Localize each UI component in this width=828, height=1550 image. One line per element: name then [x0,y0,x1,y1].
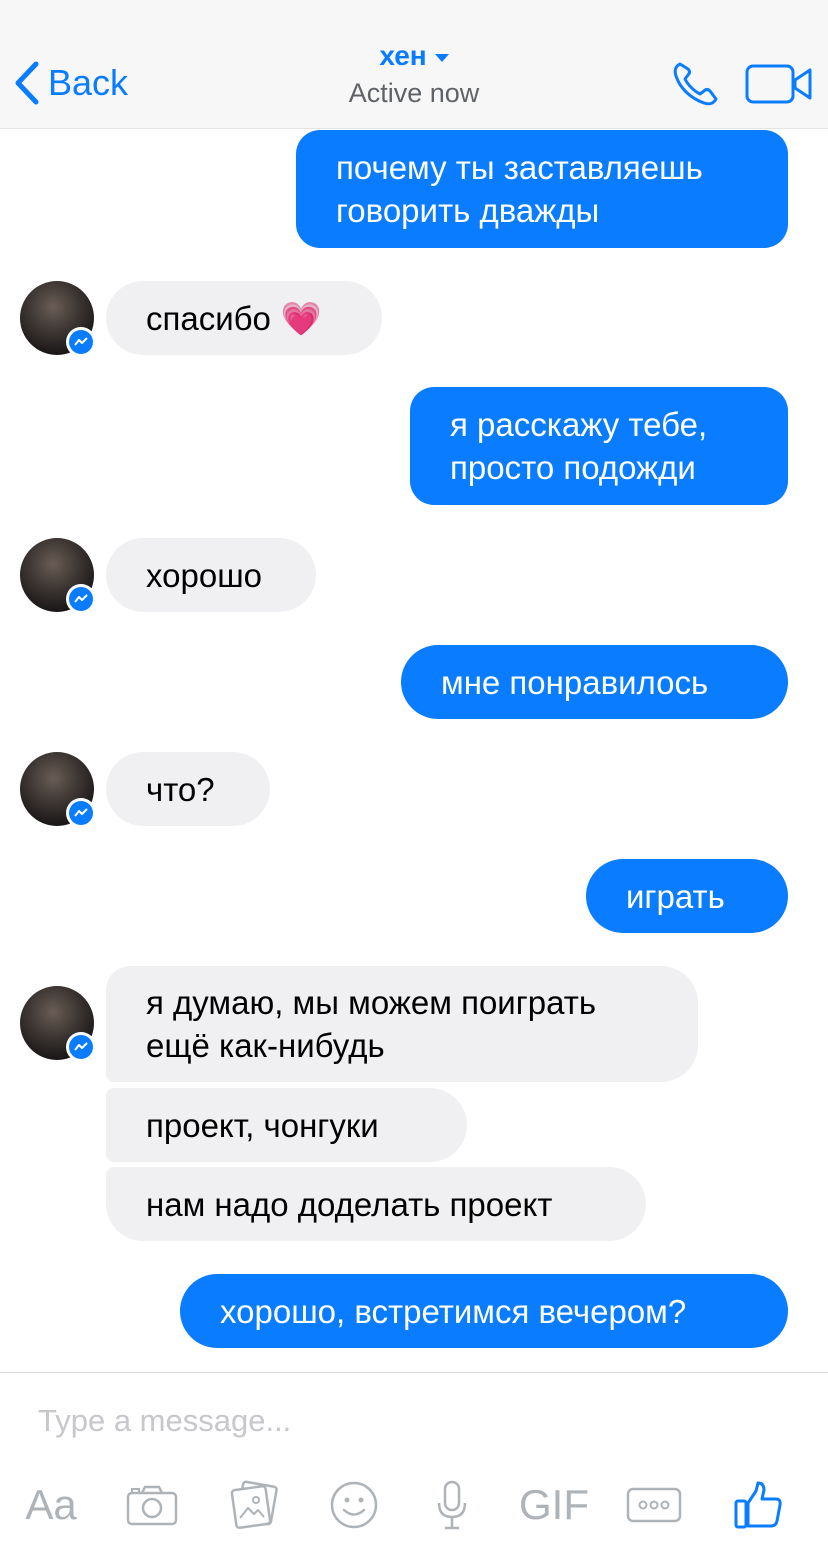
microphone-icon [437,1480,467,1530]
phone-icon [673,62,718,106]
like-button[interactable] [726,1470,790,1540]
message-input[interactable] [36,1395,780,1447]
incoming-message[interactable]: что? [106,752,270,826]
gif-button[interactable]: GIF [516,1470,592,1540]
composer-divider [0,1372,828,1373]
heart-emoji: 💗 [280,299,323,337]
voice-button[interactable] [422,1470,482,1540]
audio-call-button[interactable] [670,58,722,108]
active-status: Active now [348,78,480,108]
text-style-label: Aa [25,1481,77,1528]
message-text: я расскажу тебе, просто подожди [450,406,708,486]
message-text: хорошо [146,556,263,594]
message-text: мне понравилось [441,663,709,701]
messenger-icon [74,337,88,346]
message-text: спасибо [146,299,271,337]
message-text: хорошо, встретимся вечером? [220,1292,687,1330]
more-icon [626,1487,682,1523]
message-text: я думаю, мы можем поиграть ещё как-нибуд… [146,984,597,1064]
incoming-message[interactable]: спасибо 💗 [106,281,382,355]
outgoing-message[interactable]: играть [586,859,788,933]
messenger-badge [66,1032,96,1062]
messenger-icon [74,808,88,817]
outgoing-message[interactable]: хорошо, встретимся вечером? [180,1274,788,1348]
camera-icon [126,1485,178,1526]
emoji-button[interactable] [322,1470,386,1540]
incoming-message[interactable]: я думаю, мы можем поиграть ещё как-нибуд… [106,966,698,1082]
gallery-icon [230,1480,278,1530]
outgoing-message[interactable]: мне понравилось [401,645,788,719]
incoming-message[interactable]: нам надо доделать проект [106,1167,646,1241]
messenger-badge [66,327,96,357]
outgoing-message[interactable]: почему ты заставляешь говорить дважды [296,130,788,248]
camera-button[interactable] [120,1470,184,1540]
video-call-button[interactable] [744,62,814,106]
incoming-message[interactable]: проект, чонгуки [106,1088,467,1162]
gif-label: GIF [519,1481,589,1528]
caret-down-icon [434,54,449,62]
emoji-icon [330,1481,378,1529]
message-text: нам надо доделать проект [146,1185,553,1223]
thumbs-up-icon [734,1481,782,1529]
chevron-left-icon [15,61,39,105]
avatar[interactable] [20,538,96,614]
message-text: что? [146,770,215,808]
message-text: играть [626,877,725,915]
message-text: проект, чонгуки [146,1106,379,1144]
messenger-icon [74,594,88,603]
avatar[interactable] [20,986,96,1062]
messenger-badge [66,798,96,828]
incoming-message[interactable]: хорошо [106,538,316,612]
more-button[interactable] [622,1470,686,1540]
video-camera-icon [745,64,812,104]
text-style-button[interactable]: Aa [18,1470,84,1540]
gallery-button[interactable] [222,1470,286,1540]
conversation-header: Back хен Active now [0,0,828,129]
conversation-title[interactable]: хен Active now [264,40,564,109]
contact-name: хен [379,40,427,71]
back-label: Back [48,62,129,103]
avatar[interactable] [20,281,96,357]
outgoing-message[interactable]: я расскажу тебе, просто подожди [410,387,788,505]
message-text: почему ты заставляешь говорить дважды [336,149,703,229]
avatar[interactable] [20,752,96,828]
composer-toolbar: Aa GIF [0,1470,828,1540]
messenger-icon [74,1042,88,1051]
back-button[interactable]: Back [14,58,128,108]
messenger-badge [66,584,96,614]
